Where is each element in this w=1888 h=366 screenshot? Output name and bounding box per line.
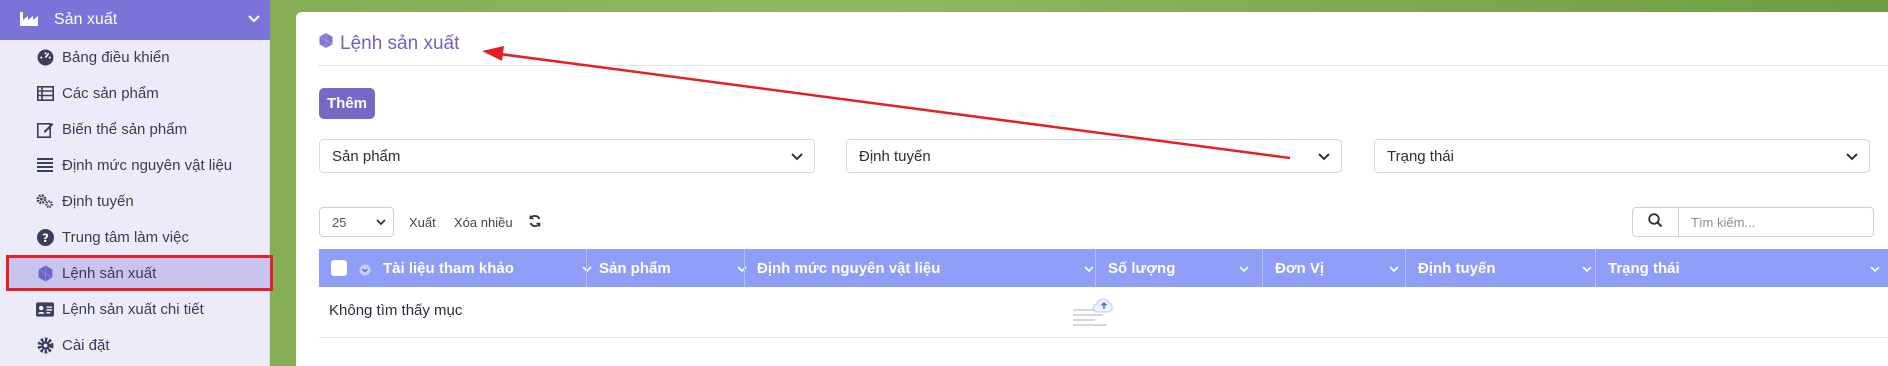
sidebar-item-label: Bảng điều khiển (62, 48, 170, 66)
sidebar-item-product-variants[interactable]: Biến thể sản phẩm (36, 111, 262, 147)
chevron-down-icon (581, 262, 593, 279)
sidebar-item-label: Các sản phẩm (62, 84, 159, 102)
routing-filter-select[interactable]: Định tuyến (846, 139, 1342, 173)
add-button[interactable]: Thêm (319, 88, 375, 119)
chevron-down-icon (375, 216, 387, 231)
sidebar-group-label: Sản xuất (54, 11, 118, 28)
list-table-icon (36, 84, 54, 102)
chevron-down-icon (1388, 262, 1400, 279)
sort-indicator-icon[interactable] (359, 263, 371, 280)
table-header: Tài liệu tham khảo Sản phẩm Định mức ngu… (319, 249, 1888, 287)
main-panel: Lệnh sản xuất Thêm Sản phẩm Định tuyến T… (296, 12, 1888, 366)
factory-icon (20, 10, 40, 30)
chevron-down-icon (1869, 262, 1881, 279)
table-row-divider (319, 337, 1888, 338)
gear-icon (36, 336, 54, 354)
column-routing[interactable]: Định tuyến (1418, 249, 1593, 287)
sidebar-item-manufacturing-order-details[interactable]: Lệnh sản xuất chi tiết (36, 291, 262, 327)
routing-filter-value: Định tuyến (859, 147, 931, 165)
sidebar-item-routing[interactable]: Định tuyến (36, 183, 262, 219)
search-button[interactable] (1632, 207, 1678, 237)
chevron-down-icon (1317, 149, 1331, 167)
sidebar-item-products[interactable]: Các sản phẩm (36, 75, 262, 111)
column-separator (586, 249, 587, 287)
column-label: Tài liệu tham khảo (383, 259, 514, 277)
page-title-text: Lệnh sản xuất (340, 32, 460, 54)
search-input[interactable] (1678, 207, 1874, 237)
gears-icon (36, 192, 54, 210)
column-separator (1595, 249, 1596, 287)
column-unit[interactable]: Đơn Vị (1275, 249, 1405, 287)
column-reference[interactable]: Tài liệu tham khảo (383, 249, 598, 287)
question-circle-icon: ? (36, 228, 54, 246)
status-filter-value: Trạng thái (1387, 147, 1454, 165)
sidebar-item-label: Cài đặt (62, 336, 110, 354)
column-separator (1405, 249, 1406, 287)
column-separator (1262, 249, 1263, 287)
chevron-down-icon (736, 262, 748, 279)
product-filter-value: Sản phẩm (332, 147, 401, 165)
column-label: Số lượng (1108, 259, 1176, 277)
chevron-down-icon[interactable] (246, 10, 262, 30)
dashboard-icon (36, 48, 54, 66)
column-separator (1095, 249, 1096, 287)
column-product[interactable]: Sản phẩm (599, 249, 754, 287)
column-quantity[interactable]: Số lượng (1108, 249, 1258, 287)
search-icon (1648, 212, 1663, 232)
sidebar-item-label: Lệnh sản xuất chi tiết (62, 300, 204, 318)
chevron-down-icon (790, 149, 804, 167)
sidebar-item-label: Biến thể sản phẩm (62, 120, 188, 138)
product-filter-select[interactable]: Sản phẩm (319, 139, 815, 173)
sidebar-group-manufacturing[interactable]: Sản xuất (0, 0, 270, 40)
chevron-down-icon (1238, 262, 1250, 279)
page-title: Lệnh sản xuất (318, 32, 459, 55)
column-label: Sản phẩm (599, 259, 671, 277)
bulk-delete-button[interactable]: Xóa nhiều (454, 215, 513, 230)
empty-document-icon (1071, 290, 1115, 332)
sidebar: Sản xuất Bảng điều khiển Các sản phẩm Bi… (0, 0, 273, 366)
column-status[interactable]: Trạng thái (1608, 249, 1888, 287)
chevron-down-icon (1083, 262, 1095, 279)
id-card-icon (36, 300, 54, 318)
sidebar-item-label: Lệnh sản xuất (62, 264, 157, 282)
select-all-checkbox[interactable] (331, 260, 347, 276)
column-separator (744, 249, 745, 287)
hexagon-icon (318, 32, 334, 55)
chevron-down-icon (1845, 149, 1859, 167)
sidebar-item-settings[interactable]: Cài đặt (36, 327, 262, 363)
hexagon-icon (36, 264, 54, 282)
column-label: Định mức nguyên vật liệu (757, 259, 941, 277)
sidebar-item-manufacturing-orders[interactable]: Lệnh sản xuất (6, 255, 273, 291)
refresh-icon[interactable] (528, 214, 542, 232)
sidebar-item-label: Định tuyến (62, 192, 134, 210)
column-label: Đơn Vị (1275, 259, 1324, 277)
status-filter-select[interactable]: Trạng thái (1374, 139, 1870, 173)
column-label: Trạng thái (1608, 259, 1680, 277)
page-size-value: 25 (332, 214, 347, 230)
column-label: Định tuyến (1418, 259, 1496, 277)
empty-state-text: Không tìm thấy mục (329, 302, 463, 319)
sidebar-item-label: Định mức nguyên vật liệu (62, 156, 233, 174)
svg-text:?: ? (42, 230, 49, 244)
sidebar-item-label: Trung tâm làm việc (62, 228, 189, 246)
title-divider (318, 65, 1888, 66)
page-size-select[interactable]: 25 (319, 207, 394, 237)
sidebar-item-work-center[interactable]: ? Trung tâm làm việc (36, 219, 262, 255)
chevron-down-icon (1581, 262, 1593, 279)
sidebar-item-bom[interactable]: Định mức nguyên vật liệu (36, 147, 262, 183)
export-button[interactable]: Xuất (409, 215, 436, 230)
list-lines-icon (36, 156, 54, 174)
column-bom[interactable]: Định mức nguyên vật liệu (757, 249, 1094, 287)
edit-icon (36, 120, 54, 138)
sidebar-item-dashboard[interactable]: Bảng điều khiển (36, 39, 262, 75)
